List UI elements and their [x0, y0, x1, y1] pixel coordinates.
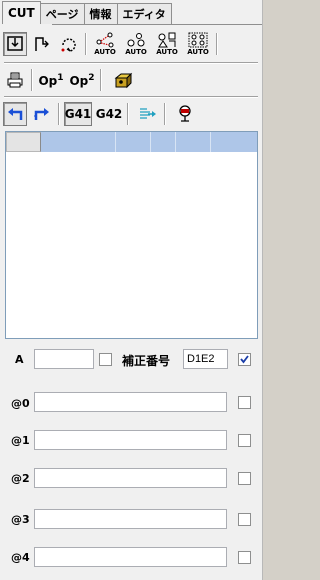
left-arrow-button[interactable] [3, 102, 27, 126]
auto-label: AUTO [156, 48, 178, 56]
right-arrow-button[interactable] [30, 102, 54, 126]
auto-grid-icon [188, 32, 208, 48]
hosei-label: 補正番号 [122, 354, 171, 368]
toolbar-cut-modes: AUTO AUTO AUTO AUTO [0, 29, 262, 59]
at0-input[interactable] [34, 392, 227, 412]
arc-path-icon [61, 38, 76, 52]
export-button[interactable] [136, 102, 160, 126]
arc-cut-button[interactable] [57, 32, 81, 56]
hosei-input[interactable] [183, 349, 228, 369]
print-button[interactable] [3, 68, 27, 92]
box-cut-button[interactable] [3, 32, 27, 56]
at2-checkbox[interactable] [238, 472, 251, 485]
list-header-cell[interactable] [176, 132, 211, 152]
toolbar-divider [4, 96, 258, 98]
at4-input[interactable] [34, 547, 227, 567]
tab-editor[interactable]: エディタ [116, 3, 172, 24]
check-icon [240, 355, 249, 364]
op2-button[interactable]: Op2 [68, 68, 96, 92]
tab-bar: CUT ページ 情報 エディタ [2, 1, 172, 24]
a-input[interactable] [34, 349, 94, 369]
auto-circles-button[interactable]: AUTO [122, 32, 150, 56]
list-header-cell[interactable] [211, 132, 257, 152]
auto-circles-icon [127, 33, 145, 47]
step-path-icon [35, 37, 49, 51]
a-checkbox[interactable] [99, 353, 112, 366]
hosei-checkbox[interactable] [238, 353, 251, 366]
tool-button[interactable] [173, 102, 197, 126]
list-header-cell[interactable] [151, 132, 176, 152]
printer-icon [7, 72, 23, 88]
list-header-cell[interactable] [6, 132, 41, 152]
auto-shapes-button[interactable]: AUTO [153, 32, 181, 56]
a-label: A [15, 353, 24, 366]
auto-path-icon [96, 32, 114, 48]
line-cut-button[interactable] [30, 32, 54, 56]
tab-info[interactable]: 情報 [83, 3, 118, 24]
auto-label: AUTO [94, 48, 116, 56]
at3-input[interactable] [34, 509, 227, 529]
auto-shapes-icon [158, 32, 176, 48]
at2-label: @2 [11, 472, 30, 485]
toolbar-operations: Op1 Op2 [0, 66, 262, 94]
material-block-icon [114, 72, 133, 89]
material-button[interactable] [111, 68, 135, 92]
at0-label: @0 [11, 397, 30, 410]
auto-label: AUTO [125, 48, 147, 56]
cut-list-view[interactable] [5, 131, 258, 339]
auto-label: AUTO [187, 48, 209, 56]
list-header-cell[interactable] [116, 132, 151, 152]
op2-label: Op2 [69, 72, 95, 88]
tab-cut[interactable]: CUT [2, 1, 41, 24]
auto-grid-button[interactable]: AUTO [184, 32, 212, 56]
op1-label: Op1 [38, 72, 64, 88]
at2-input[interactable] [34, 468, 227, 488]
list-header [6, 132, 257, 152]
cut-panel: CUT ページ 情報 エディタ AUTO AUTO AUTO AUTO Op1 … [0, 0, 263, 580]
at3-label: @3 [11, 513, 30, 526]
toolbar-compensation: G41 G42 [0, 100, 262, 128]
tool-holder-icon [179, 105, 191, 122]
at4-label: @4 [11, 551, 30, 564]
g42-button[interactable]: G42 [95, 102, 123, 126]
auto-path-button[interactable]: AUTO [91, 32, 119, 56]
at4-checkbox[interactable] [238, 551, 251, 564]
op1-button[interactable]: Op1 [37, 68, 65, 92]
at3-checkbox[interactable] [238, 513, 251, 526]
tab-page[interactable]: ページ [39, 3, 85, 24]
at1-input[interactable] [34, 430, 227, 450]
turn-left-arrow-icon [8, 108, 23, 120]
list-header-cell[interactable] [41, 132, 116, 152]
box-cut-icon [7, 36, 23, 51]
toolbar-divider [4, 62, 258, 64]
turn-right-arrow-icon [34, 108, 49, 120]
at1-label: @1 [11, 434, 30, 447]
at1-checkbox[interactable] [238, 434, 251, 447]
lines-arrow-icon [140, 108, 156, 119]
g41-button[interactable]: G41 [64, 102, 92, 126]
at0-checkbox[interactable] [238, 396, 251, 409]
